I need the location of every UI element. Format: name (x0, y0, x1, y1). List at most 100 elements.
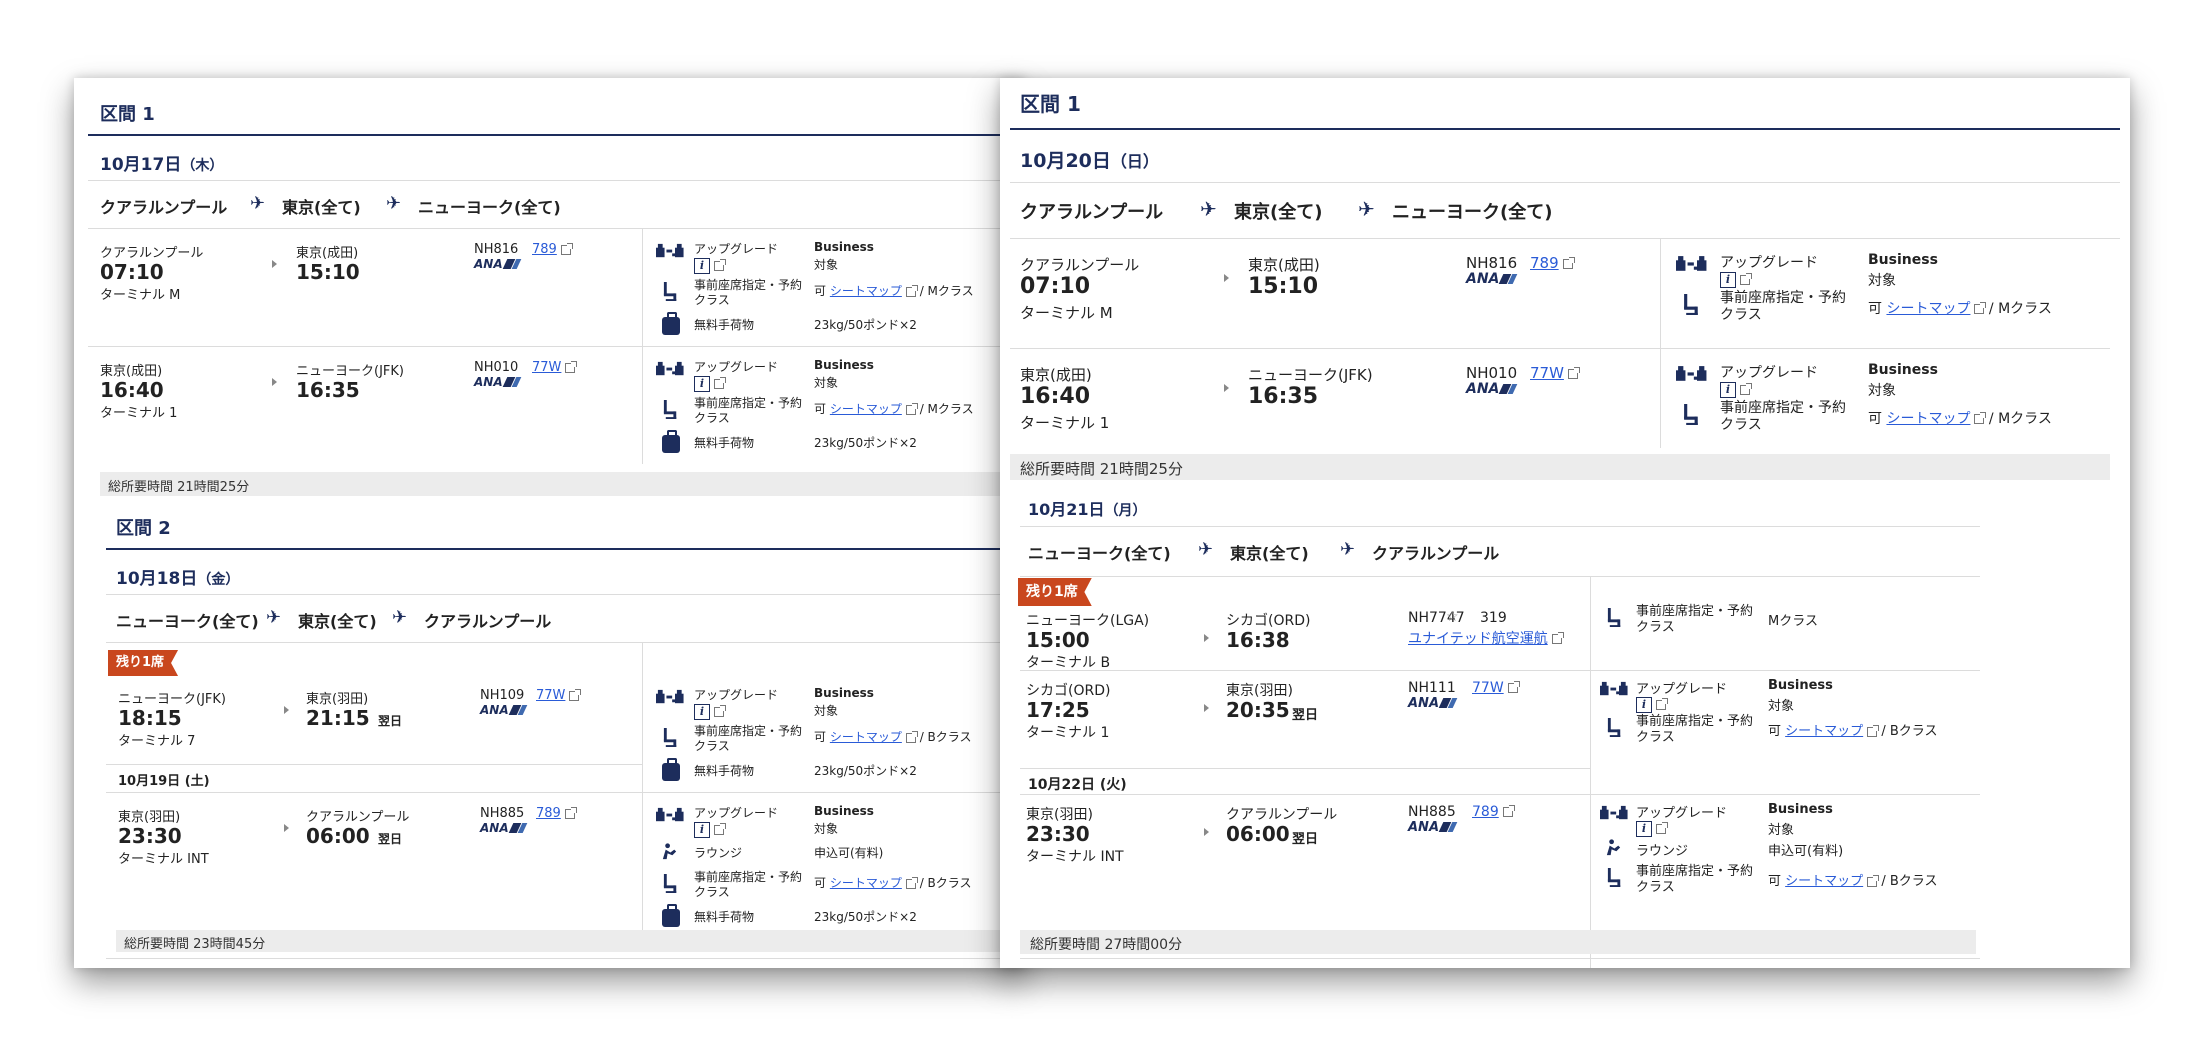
icon-part (656, 811, 665, 822)
seat-map-link[interactable]: シートマップ (1785, 724, 1863, 739)
seat-availability: 可 (814, 876, 827, 890)
arrival-time: 21:15 (306, 706, 370, 730)
seat-reservation-label: 事前座席指定・予約クラス (694, 278, 803, 307)
seat-reservation-value: 可 シートマップ / Bクラス (1768, 720, 1937, 739)
info-icon[interactable]: i (1720, 271, 1736, 288)
ana-logo-text: ANA (1466, 381, 1500, 397)
upgrade-eligibility: 対象 (1768, 699, 1795, 714)
icon-part (656, 365, 665, 376)
icon-part (676, 689, 682, 695)
aircraft-link[interactable]: 789 (1530, 254, 1575, 272)
icon-part (657, 361, 663, 367)
ana-logo: ANA (1408, 696, 1458, 711)
section-title: 区間 2 (116, 518, 171, 539)
aircraft-link[interactable]: 789 (1472, 804, 1515, 820)
icon-part (672, 253, 675, 257)
info-icon[interactable]: i (1636, 696, 1652, 713)
external-link-icon (714, 258, 726, 271)
seat-map-link[interactable]: シートマップ (1886, 301, 1970, 317)
seat-map-link[interactable]: シートマップ (1785, 874, 1863, 889)
section-rule (106, 548, 1010, 550)
icon-part (1686, 422, 1698, 425)
icon-part (1699, 366, 1705, 372)
segment-date: 10月18日（金） (116, 564, 239, 589)
icon-part (656, 247, 665, 258)
total-duration-text: 総所要時間 27時間00分 (1030, 937, 1183, 953)
aircraft-link[interactable]: 77W (1530, 364, 1580, 382)
route-city: クアラルンプール (424, 612, 552, 631)
row-divider (88, 228, 1010, 229)
icon-part (1616, 691, 1619, 695)
info-icon[interactable]: i (694, 703, 710, 720)
upgrade-info: i (694, 701, 726, 720)
row-divider (1020, 670, 1980, 671)
arrival-city: クアラルンプール (306, 810, 410, 825)
booking-class: Mクラス (1768, 614, 1818, 629)
operator-link[interactable]: ユナイテッド航空運航 (1408, 628, 1564, 648)
route-city: 東京(全て) (1234, 202, 1323, 223)
info-icon[interactable]: i (694, 257, 710, 274)
seat-map-link[interactable]: シートマップ (830, 402, 902, 416)
upgrade-seat-icon (656, 688, 686, 707)
seat-reservation-label: 事前座席指定・予約クラス (694, 724, 803, 753)
seat-map-link[interactable]: シートマップ (830, 284, 902, 298)
row-divider (1020, 768, 1590, 769)
aircraft-link[interactable]: 789 (536, 806, 577, 821)
upgrade-class: Business (1868, 362, 1938, 378)
icon-part (672, 371, 675, 375)
icon-part (1609, 885, 1621, 887)
section-rule (88, 134, 1010, 136)
lounge-icon (1604, 838, 1623, 857)
upgrade-eligibility: 対象 (814, 822, 839, 836)
baggage-label: 無料手荷物 (694, 436, 755, 450)
seat-reservation-value: 可 シートマップ / Mクラス (1868, 298, 2052, 318)
external-link-icon (560, 242, 573, 255)
departure-terminal: ターミナル 7 (118, 734, 196, 749)
icon-part (666, 367, 673, 371)
info-icon[interactable]: i (1636, 820, 1652, 837)
seat-availability: 可 (1768, 724, 1782, 739)
ana-logo: ANA (1466, 381, 1518, 397)
aircraft-link[interactable]: 789 (532, 242, 573, 257)
external-link-icon (1974, 302, 1987, 314)
icon-part (665, 891, 677, 893)
arrival-time: 16:35 (296, 378, 360, 402)
departure-city: 東京(成田) (100, 364, 163, 379)
icon-part (1697, 260, 1707, 271)
seat-icon (1606, 868, 1623, 887)
info-icon[interactable]: i (694, 821, 710, 838)
arrival-city: 東京(成田) (296, 246, 359, 261)
upgrade-info: i (694, 255, 726, 274)
upgrade-seat-icon (1600, 804, 1630, 823)
seat-availability: 可 (814, 402, 827, 416)
ana-logo: ANA (474, 257, 521, 271)
icon-part (1619, 809, 1628, 820)
total-duration-text: 総所要時間 21時間25分 (108, 480, 250, 495)
seat-map-link[interactable]: シートマップ (1886, 411, 1970, 427)
segment-date: 10月21日（月） (1028, 496, 1147, 520)
aircraft-link[interactable]: 77W (532, 360, 578, 375)
icon-part (665, 745, 677, 747)
seat-map-link[interactable]: シートマップ (830, 876, 902, 890)
arrow-right-icon (272, 378, 277, 386)
info-icon[interactable]: i (694, 375, 710, 392)
seat-availability: 可 (814, 284, 827, 298)
route-city: 東京(全て) (1230, 544, 1309, 563)
upgrade-eligibility: 対象 (1868, 273, 1896, 289)
seat-reservation-value: 可 シートマップ / Bクラス (814, 728, 972, 745)
arrival-city: 東京(羽田) (1226, 683, 1293, 699)
booking-class: / Mクラス (919, 402, 974, 416)
icon-part (657, 689, 663, 695)
aircraft-link[interactable]: 77W (1472, 680, 1520, 696)
info-icon[interactable]: i (1720, 381, 1736, 398)
flight-number: NH010 (1466, 364, 1518, 382)
total-duration-text: 総所要時間 21時間25分 (1020, 460, 1183, 478)
icon-part (1693, 266, 1697, 270)
external-link-icon (1507, 681, 1520, 693)
seat-map-link[interactable]: シートマップ (830, 730, 902, 744)
upgrade-class: Business (814, 804, 874, 818)
upgrade-info: i (1720, 269, 1752, 288)
total-duration: 総所要時間 21時間25分 (100, 472, 1006, 496)
icon-part (1601, 805, 1607, 811)
aircraft-link[interactable]: 77W (536, 688, 582, 703)
